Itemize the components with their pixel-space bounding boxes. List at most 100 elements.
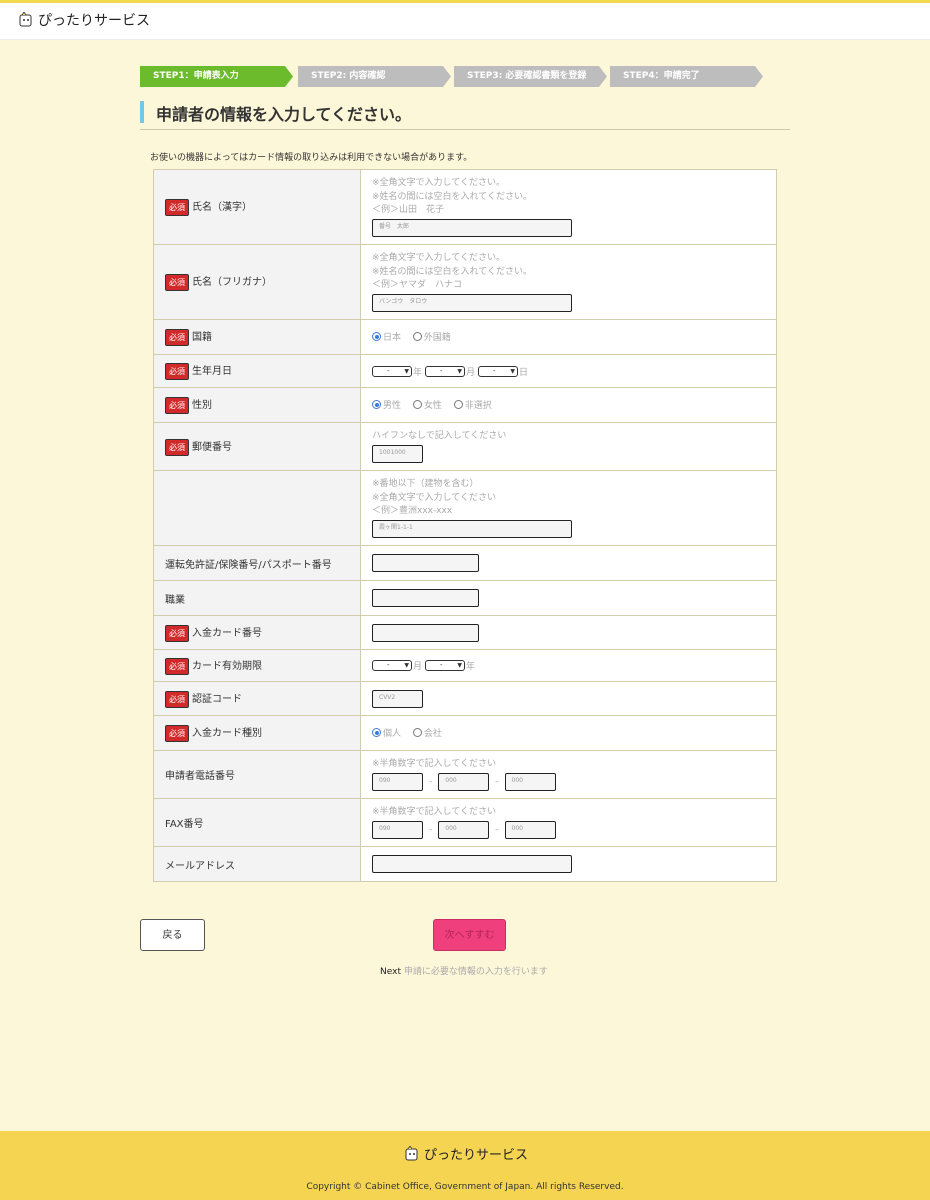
security-code-input[interactable]: CVV2	[372, 689, 423, 708]
fax-hint: ※半角数字で記入してください	[372, 807, 497, 818]
card-expiry-label: カード有効期限	[192, 660, 262, 672]
gender-option-unselected[interactable]: 非選択	[453, 398, 492, 411]
radio-icon	[412, 400, 422, 409]
brand-mascot-icon	[405, 1145, 418, 1160]
row-card-expiry: 必須 カード有効期限 - ▼ 月 - ▼ 年	[153, 649, 777, 682]
step-2: STEP2: 内容確認	[298, 66, 451, 87]
chevron-down-icon: ▼	[457, 662, 463, 669]
row-card-number: 必須 入金カード番号	[153, 615, 777, 650]
birth-day-select[interactable]: - ▼	[478, 365, 519, 377]
radio-selected-icon	[372, 400, 381, 409]
postal-code-hint: ハイフンなしで記入してください	[372, 431, 507, 442]
row-card-type: 必須 入金カード種別 個人 会社	[153, 715, 777, 751]
expiry-month-select[interactable]: - ▼	[372, 660, 412, 671]
name-kanji-hint-3: ＜例＞山田 花子	[372, 205, 445, 216]
next-description: Next 申請に必要な情報の入力を行います	[380, 964, 548, 977]
row-phone: 申請者電話番号 ※半角数字で記入してください 090-000-000	[153, 750, 777, 799]
page-title: 申請者の情報を入力してください。	[140, 99, 790, 130]
gender-option-male[interactable]: 男性	[372, 398, 401, 411]
required-badge: 必須	[165, 329, 189, 346]
chevron-down-icon: ▼	[510, 367, 516, 375]
card-type-label: 入金カード種別	[192, 728, 262, 739]
step-3: STEP3: 必要確認書類を登録	[454, 66, 607, 87]
title-accent	[140, 101, 144, 123]
step-1: STEP1：申請表入力	[140, 66, 293, 87]
footer-brand-logo[interactable]: ぴったりサービス	[404, 1144, 528, 1163]
page-title-text: 申請者の情報を入力してください。	[156, 105, 412, 124]
address-hint-1: ※番地以下（建物を含む）	[372, 479, 479, 490]
radio-icon	[412, 728, 422, 737]
name-kana-hint-2: ※姓名の間には空白を入れてください。	[372, 266, 533, 277]
address-hint-2: ※全角文字で入力してください	[372, 492, 497, 503]
card-type-option-company[interactable]: 会社	[412, 726, 442, 739]
brand-mascot-icon	[19, 12, 32, 27]
row-postal-code: 必須 郵便番号 ハイフンなしで記入してください 1001000	[153, 422, 777, 471]
nationality-option-japan[interactable]: 日本	[372, 330, 401, 343]
email-input[interactable]	[372, 855, 572, 873]
name-kana-label: 氏名（フリガナ）	[192, 277, 272, 288]
radio-selected-icon	[372, 332, 381, 341]
required-badge: 必須	[165, 397, 189, 414]
step-indicator: STEP1：申請表入力 STEP2: 内容確認 STEP3: 必要確認書類を登録…	[140, 66, 780, 87]
required-badge: 必須	[165, 363, 189, 380]
fax-part-3-input[interactable]: 000	[504, 820, 556, 839]
row-occupation: 職業	[153, 580, 777, 616]
name-kanji-label: 氏名（漢字）	[192, 202, 252, 213]
row-email: メールアドレス	[153, 846, 777, 882]
fax-part-2-input[interactable]: 000	[438, 820, 490, 839]
birth-year-select[interactable]: - ▼	[372, 365, 412, 377]
fax-part-1-input[interactable]: 090	[372, 820, 423, 839]
chevron-down-icon: ▼	[457, 367, 463, 375]
phone-hint: ※半角数字で記入してください	[372, 759, 497, 770]
footer-brand-name: ぴったりサービス	[424, 1148, 529, 1163]
expiry-year-select[interactable]: - ▼	[425, 660, 466, 671]
phone-part-1-input[interactable]: 090	[372, 772, 423, 791]
next-description-text: 申請に必要な情報の入力を行います	[403, 967, 548, 977]
row-name-kanji: 必須 氏名（漢字） ※全角文字で入力してください。 ※姓名の間には空白を入れてくだ…	[153, 169, 777, 245]
back-button[interactable]: 戻る	[140, 919, 205, 951]
required-badge: 必須	[165, 725, 189, 742]
postal-code-input[interactable]: 1001000	[372, 444, 423, 463]
name-kanji-input[interactable]: 番号 太郎	[372, 218, 572, 237]
card-number-label: 入金カード番号	[192, 627, 262, 639]
row-fax: FAX番号 ※半角数字で記入してください 090-000-000	[153, 798, 777, 847]
occupation-label: 職業	[153, 580, 361, 616]
notice-text: お使いの機器によってはカード情報の取り込みは利用できない場合があります。	[150, 153, 473, 163]
email-label: メールアドレス	[153, 846, 361, 882]
required-badge: 必須	[165, 438, 189, 456]
radio-selected-icon	[372, 728, 381, 737]
radio-icon	[412, 332, 422, 341]
required-badge: 必須	[165, 657, 189, 675]
occupation-input[interactable]	[372, 589, 479, 607]
address-input[interactable]: 霞ヶ関1-1-1	[372, 519, 572, 538]
id-number-label: 運転免許証/保険番号/パスポート番号	[153, 545, 361, 581]
required-badge: 必須	[165, 624, 189, 642]
chevron-down-icon: ▼	[404, 367, 409, 375]
name-kana-input[interactable]: バンゴウ タロウ	[372, 293, 572, 312]
row-nationality: 必須 国籍 日本 外国籍	[153, 319, 777, 355]
gender-option-female[interactable]: 女性	[412, 398, 442, 411]
row-id-number: 運転免許証/保険番号/パスポート番号	[153, 545, 777, 581]
row-birthdate: 必須 生年月日 - ▼ 年 - ▼ 月 - ▼ 日	[153, 354, 777, 388]
copyright: Copyright © Cabinet Office, Government o…	[306, 1182, 624, 1192]
brand-logo[interactable]: ぴったりサービス	[18, 10, 150, 30]
card-type-option-personal[interactable]: 個人	[372, 726, 401, 739]
phone-label: 申請者電話番号	[153, 750, 361, 799]
security-code-label: 認証コード	[192, 693, 242, 705]
phone-part-3-input[interactable]: 000	[504, 772, 556, 791]
phone-part-2-input[interactable]: 000	[438, 772, 490, 791]
gender-label: 性別	[192, 400, 212, 411]
birth-month-select[interactable]: - ▼	[425, 365, 466, 377]
name-kana-hint-1: ※全角文字で入力してください。	[372, 253, 506, 264]
required-badge: 必須	[165, 690, 189, 708]
next-title: Next	[380, 967, 401, 977]
step-4: STEP4：申請完了	[610, 66, 763, 87]
name-kanji-hint-1: ※全角文字で入力してください。	[372, 178, 506, 189]
id-number-input[interactable]	[372, 554, 479, 572]
header: ぴったりサービス	[0, 3, 930, 40]
row-security-code: 必須 認証コード CVV2	[153, 681, 777, 716]
card-number-input[interactable]	[372, 623, 479, 642]
row-gender: 必須 性別 男性 女性 非選択	[153, 387, 777, 423]
nationality-option-foreign[interactable]: 外国籍	[412, 330, 451, 343]
next-button[interactable]: 次へすすむ	[433, 919, 506, 951]
